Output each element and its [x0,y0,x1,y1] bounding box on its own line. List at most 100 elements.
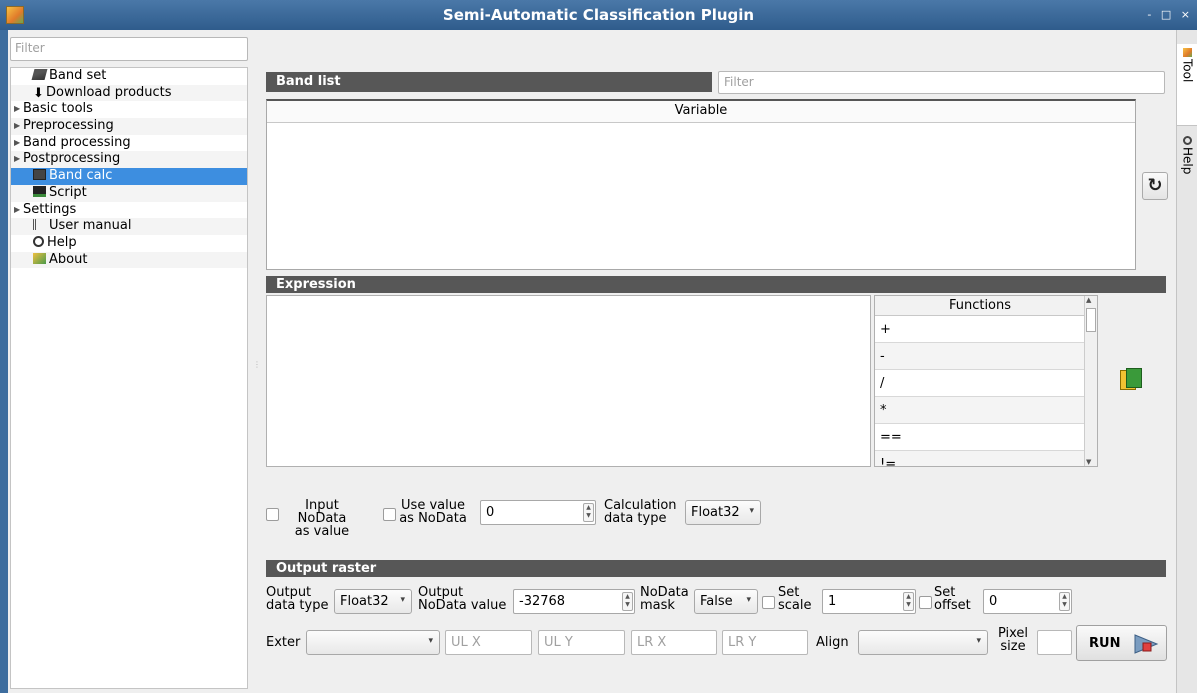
sidebar-item-band-calc[interactable]: Band calc [11,168,247,185]
function-item[interactable]: + [875,316,1085,343]
sidebar-item-label: Help [47,234,77,250]
sidebar-item-download-products[interactable]: ⬇ Download products [11,84,247,102]
sidebar-item-postprocessing[interactable]: ▶ Postprocessing [11,151,247,169]
expand-arrow-icon[interactable]: ▶ [14,202,20,218]
output-nodata-value: -32768 [519,594,566,609]
pixel-size-input[interactable] [1037,630,1072,655]
scroll-down-icon[interactable]: ▼ [1086,458,1091,466]
chevron-down-icon: ▾ [976,636,981,646]
layers-icon-front [1126,368,1142,388]
nodata-value: 0 [486,505,495,520]
window-title: Semi-Automatic Classification Plugin [442,6,755,24]
sidebar-item-label: Band set [49,68,107,83]
tab-help[interactable]: Help [1177,134,1197,214]
sidebar-item-label: About [49,251,88,267]
sidebar-item-label: Band calc [49,168,113,184]
spin-arrows-icon[interactable]: ▲ ▼ [903,592,914,611]
calc-type-value: Float32 [691,505,740,520]
calc-type-select[interactable]: Float32 ▾ [685,500,761,525]
expand-arrow-icon[interactable]: ▶ [14,118,20,134]
scale-spinbox[interactable]: 1 ▲ ▼ [822,589,916,614]
offset-value: 0 [989,594,998,609]
spin-arrows-icon[interactable]: ▲ ▼ [622,592,633,611]
expression-input[interactable] [266,295,871,467]
download-icon: ⬇ [33,85,44,101]
offset-spinbox[interactable]: 0 ▲ ▼ [983,589,1072,614]
sidebar-item-label: Band processing [23,134,131,150]
output-data-type-value: Float32 [340,594,389,609]
add-to-expression-button[interactable] [1120,368,1144,392]
sidebar-item-help[interactable]: Help [11,235,247,252]
chevron-down-icon: ▾ [428,636,433,646]
variable-column-header[interactable]: Variable [267,101,1135,123]
expand-arrow-icon[interactable]: ▶ [14,135,20,151]
run-button[interactable]: RUN [1076,625,1167,661]
functions-scrollbar[interactable]: ▲ ▼ [1084,296,1097,466]
output-data-type-label: Output data type [266,585,329,613]
use-value-nodata-label: Use value as NoData [399,498,467,526]
nodata-mask-select[interactable]: False ▾ [694,589,758,614]
sidebar-item-script[interactable]: Script [11,184,247,202]
output-nodata-spinbox[interactable]: -32768 ▲ ▼ [513,589,635,614]
tool-icon [1183,48,1192,57]
band-list-table[interactable]: Variable [266,99,1136,270]
chevron-down-icon: ▾ [400,595,405,605]
spin-arrows-icon[interactable]: ▲ ▼ [1059,592,1070,611]
band-set-icon [31,69,48,80]
sidebar-item-label: Download products [46,84,172,100]
tab-tool[interactable]: Tool [1177,44,1197,126]
nodata-value-spinbox[interactable]: 0 ▲ ▼ [480,500,596,525]
sidebar-filter-input[interactable]: Filter [10,37,248,61]
sidebar-item-label: User manual [49,218,132,234]
input-nodata-checkbox[interactable] [266,508,279,521]
band-list-header: Band list [266,72,712,92]
refresh-button[interactable]: ↻ [1142,172,1168,200]
ul-x-input[interactable]: UL X [445,630,532,655]
sidebar-item-band-processing[interactable]: ▶ Band processing [11,135,247,152]
tab-help-label: Help [1180,147,1195,175]
scale-value: 1 [828,594,837,609]
window-controls[interactable]: - □ × [1147,8,1193,21]
use-value-nodata-checkbox[interactable] [383,508,396,521]
functions-list[interactable]: Functions + - / * == != ▲ ▼ [874,295,1098,467]
lr-x-input[interactable]: LR X [631,630,717,655]
run-icon [1134,634,1159,654]
function-item[interactable]: - [875,343,1085,370]
output-raster-header: Output raster [266,560,1166,577]
output-data-type-select[interactable]: Float32 ▾ [334,589,412,614]
sidebar-item-band-set[interactable]: Band set [11,68,247,85]
scrollbar-thumb[interactable] [1086,308,1096,332]
function-item[interactable]: / [875,370,1085,397]
set-scale-checkbox[interactable] [762,596,775,609]
sidebar-item-label: Preprocessing [23,118,114,134]
align-select[interactable]: ▾ [858,630,988,655]
lr-y-input[interactable]: LR Y [722,630,808,655]
function-item[interactable]: != [875,451,1085,466]
sidebar-item-label: Postprocessing [23,151,121,167]
splitter-handle[interactable]: ⋮ [253,360,261,369]
sidebar-item-about[interactable]: About [11,251,247,269]
extent-select[interactable]: ▾ [306,630,440,655]
expand-arrow-icon[interactable]: ▶ [14,151,20,167]
nodata-mask-value: False [700,594,733,609]
tab-tool-label: Tool [1180,59,1195,83]
expand-arrow-icon[interactable]: ▶ [14,101,20,117]
title-bar: Semi-Automatic Classification Plugin - □… [0,0,1197,30]
function-item[interactable]: == [875,424,1085,451]
ul-y-input[interactable]: UL Y [538,630,625,655]
sidebar-item-user-manual[interactable]: User manual [11,218,247,235]
chevron-down-icon: ▾ [749,506,754,516]
sidebar-item-basic-tools[interactable]: ▶ Basic tools [11,101,247,118]
set-offset-checkbox[interactable] [919,596,932,609]
spin-arrows-icon[interactable]: ▲ ▼ [583,503,594,522]
sidebar-item-settings[interactable]: ▶ Settings [11,202,247,219]
help-icon [1183,136,1192,145]
sidebar-item-label: Settings [23,201,77,217]
output-nodata-label: Output NoData value [418,585,507,613]
band-list-filter-input[interactable]: Filter [718,71,1165,94]
about-icon [33,252,46,264]
function-item[interactable]: * [875,397,1085,424]
input-nodata-label: Input NoData as value [294,498,350,539]
sidebar-item-preprocessing[interactable]: ▶ Preprocessing [11,118,247,135]
scroll-up-icon[interactable]: ▲ [1086,296,1091,304]
